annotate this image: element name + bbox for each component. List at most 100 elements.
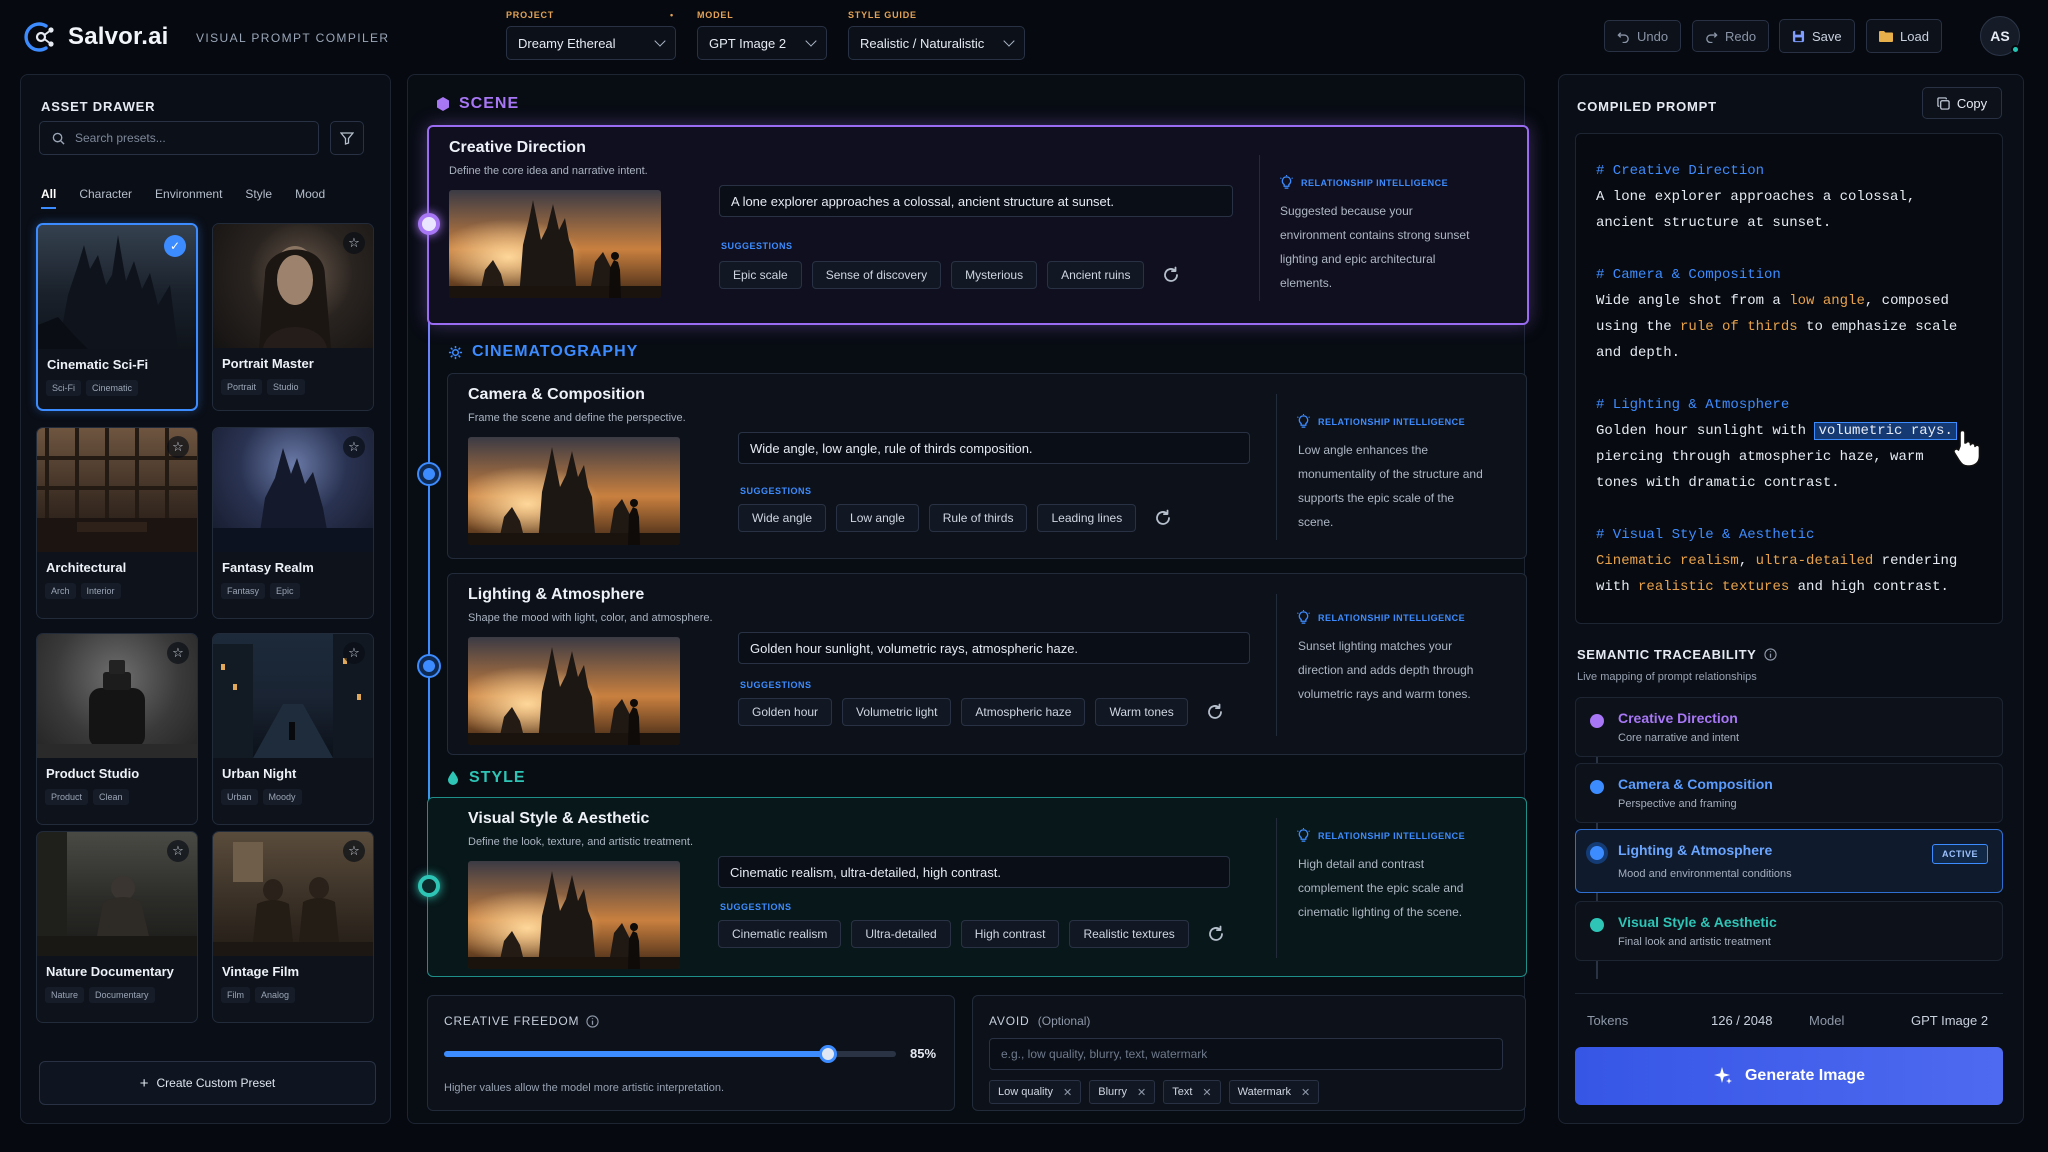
suggestion-chip[interactable]: Rule of thirds xyxy=(928,504,1028,532)
suggestion-chip[interactable]: Cinematic realism xyxy=(718,920,842,948)
close-icon[interactable]: ✕ xyxy=(1137,1086,1146,1099)
favorite-star-icon[interactable]: ☆ xyxy=(167,840,189,862)
style-guide-dropdown[interactable]: Realistic / Naturalistic xyxy=(848,26,1025,60)
visual-style-input[interactable]: Cinematic realism, ultra-detailed, high … xyxy=(718,856,1230,888)
ri-label: RELATIONSHIP INTELLIGENCE xyxy=(1301,177,1449,188)
favorite-star-icon[interactable]: ☆ xyxy=(343,840,365,862)
suggestion-chip[interactable]: Sense of discovery xyxy=(811,261,942,289)
prompt-keyword: realistic textures xyxy=(1638,579,1790,595)
refresh-icon[interactable] xyxy=(1205,923,1227,945)
load-button[interactable]: Load xyxy=(1866,19,1942,53)
trace-item-desc: Perspective and framing xyxy=(1618,798,1737,810)
close-icon[interactable]: ✕ xyxy=(1063,1086,1072,1099)
camera-composition-block[interactable]: Camera & Composition Frame the scene and… xyxy=(447,373,1527,559)
creative-direction-block[interactable]: Creative Direction Define the core idea … xyxy=(427,125,1529,325)
model-selector[interactable]: MODEL GPT Image 2 xyxy=(697,10,827,60)
filter-button[interactable] xyxy=(330,121,364,155)
generate-image-button[interactable]: Generate Image xyxy=(1575,1047,2003,1105)
input-text: A lone explorer approaches a colossal, a… xyxy=(731,193,1114,209)
lighting-atmosphere-block[interactable]: Lighting & Atmosphere Shape the mood wit… xyxy=(447,573,1527,755)
app-logo[interactable]: Salvor.ai xyxy=(20,18,169,56)
semantic-traceability-title: SEMANTIC TRACEABILITY xyxy=(1577,647,1778,662)
preset-tag: Moody xyxy=(262,789,302,805)
redo-button[interactable]: Redo xyxy=(1692,20,1770,52)
tab-character[interactable]: Character xyxy=(79,187,132,201)
preset-tag: Film xyxy=(221,987,250,1003)
suggestion-chip[interactable]: Low angle xyxy=(836,504,919,532)
preset-card-vintage-film[interactable]: ☆ Vintage Film Film Analog xyxy=(212,831,374,1023)
suggestion-chip[interactable]: Golden hour xyxy=(738,698,833,726)
creative-freedom-slider[interactable] xyxy=(444,1045,896,1063)
trace-item-camera-composition[interactable]: Camera & Composition Perspective and fra… xyxy=(1575,763,2003,823)
close-icon[interactable]: ✕ xyxy=(1202,1086,1211,1099)
suggestion-chip[interactable]: High contrast xyxy=(960,920,1060,948)
undo-button[interactable]: Undo xyxy=(1604,20,1682,52)
refresh-icon[interactable] xyxy=(1160,264,1182,286)
info-icon[interactable] xyxy=(586,1014,599,1028)
tab-all[interactable]: All xyxy=(41,187,57,209)
creative-direction-input[interactable]: A lone explorer approaches a colossal, a… xyxy=(719,185,1233,217)
tab-style[interactable]: Style xyxy=(245,187,272,201)
favorite-star-icon[interactable]: ☆ xyxy=(343,642,365,664)
lighting-atmosphere-input[interactable]: Golden hour sunlight, volumetric rays, a… xyxy=(738,632,1250,664)
favorite-star-icon[interactable]: ☆ xyxy=(343,436,365,458)
project-selector[interactable]: PROJECT • Dreamy Ethereal xyxy=(506,10,676,60)
suggestion-chip[interactable]: Wide angle xyxy=(738,504,827,532)
favorite-star-icon[interactable]: ☆ xyxy=(343,232,365,254)
suggestion-chip[interactable]: Atmospheric haze xyxy=(961,698,1086,726)
avoid-tag[interactable]: Watermark ✕ xyxy=(1228,1080,1320,1104)
model-dropdown[interactable]: GPT Image 2 xyxy=(697,26,827,60)
avoid-input[interactable]: e.g., low quality, blurry, text, waterma… xyxy=(989,1038,1503,1070)
suggestion-chip[interactable]: Leading lines xyxy=(1037,504,1137,532)
preset-card-nature-documentary[interactable]: ☆ Nature Documentary Nature Documentary xyxy=(36,831,198,1023)
avoid-tag[interactable]: Blurry ✕ xyxy=(1089,1080,1156,1104)
project-dropdown[interactable]: Dreamy Ethereal xyxy=(506,26,676,60)
preset-name: Urban Night xyxy=(222,766,297,781)
suggestion-chip[interactable]: Realistic textures xyxy=(1069,920,1189,948)
preset-card-cinematic-sci-fi[interactable]: ✓ Cinematic Sci-Fi Sci-Fi Cinematic xyxy=(36,223,198,411)
favorite-star-icon[interactable]: ☆ xyxy=(167,642,189,664)
trace-item-lighting-atmosphere[interactable]: Lighting & Atmosphere Mood and environme… xyxy=(1575,829,2003,893)
suggestion-chip[interactable]: Epic scale xyxy=(719,261,802,289)
copy-icon xyxy=(1937,96,1950,110)
preset-card-portrait-master[interactable]: ☆ Portrait Master Portrait Studio xyxy=(212,223,374,411)
favorite-star-icon[interactable]: ☆ xyxy=(167,436,189,458)
refresh-icon[interactable] xyxy=(1204,701,1226,723)
prompt-highlight[interactable]: volumetric rays. xyxy=(1814,422,1957,440)
user-avatar[interactable]: AS xyxy=(1980,16,2020,56)
close-icon[interactable]: ✕ xyxy=(1301,1086,1310,1099)
block-title: Visual Style & Aesthetic xyxy=(468,810,650,827)
suggestion-chip[interactable]: Mysterious xyxy=(951,261,1038,289)
slider-fill xyxy=(444,1051,829,1057)
suggestion-chip[interactable]: Ancient ruins xyxy=(1047,261,1145,289)
preset-tag: Portrait xyxy=(221,379,263,395)
camera-composition-input[interactable]: Wide angle, low angle, rule of thirds co… xyxy=(738,432,1250,464)
create-custom-preset-button[interactable]: + Create Custom Preset xyxy=(39,1061,376,1105)
refresh-icon[interactable] xyxy=(1152,507,1174,529)
search-input[interactable]: Search presets... xyxy=(39,121,319,155)
style-guide-selector[interactable]: STYLE GUIDE Realistic / Naturalistic xyxy=(848,10,1025,60)
compiled-prompt-code[interactable]: # Creative Direction A lone explorer app… xyxy=(1575,133,2003,624)
trace-item-creative-direction[interactable]: Creative Direction Core narrative and in… xyxy=(1575,697,2003,757)
trace-item-visual-style[interactable]: Visual Style & Aesthetic Final look and … xyxy=(1575,901,2003,961)
suggestions-label: SUGGESTIONS xyxy=(740,486,812,496)
preset-tag: Fantasy xyxy=(221,583,266,599)
suggestion-chip[interactable]: Warm tones xyxy=(1095,698,1188,726)
preset-card-product-studio[interactable]: ☆ Product Studio Product Clean xyxy=(36,633,198,825)
info-icon[interactable] xyxy=(1764,648,1778,661)
preset-card-architectural[interactable]: ☆ Architectural Arch Interior xyxy=(36,427,198,619)
save-button[interactable]: Save xyxy=(1779,19,1855,53)
preset-card-urban-night[interactable]: ☆ Urban Night Urban Moody xyxy=(212,633,374,825)
tab-environment[interactable]: Environment xyxy=(155,187,222,201)
prompt-line: Cinematic realism, ultra-detailed render… xyxy=(1596,553,1958,569)
avoid-tag[interactable]: Low quality ✕ xyxy=(989,1080,1082,1104)
preset-card-fantasy-realm[interactable]: ☆ Fantasy Realm Fantasy Epic xyxy=(212,427,374,619)
avoid-tag[interactable]: Text ✕ xyxy=(1163,1080,1221,1104)
tokens-value: 126 / 2048 xyxy=(1711,1013,1773,1028)
slider-handle[interactable] xyxy=(819,1045,838,1063)
visual-style-block[interactable]: Visual Style & Aesthetic Define the look… xyxy=(427,797,1527,977)
tab-mood[interactable]: Mood xyxy=(295,187,325,201)
copy-button[interactable]: Copy xyxy=(1922,87,2002,119)
suggestion-chip[interactable]: Ultra-detailed xyxy=(851,920,951,948)
suggestion-chip[interactable]: Volumetric light xyxy=(842,698,952,726)
